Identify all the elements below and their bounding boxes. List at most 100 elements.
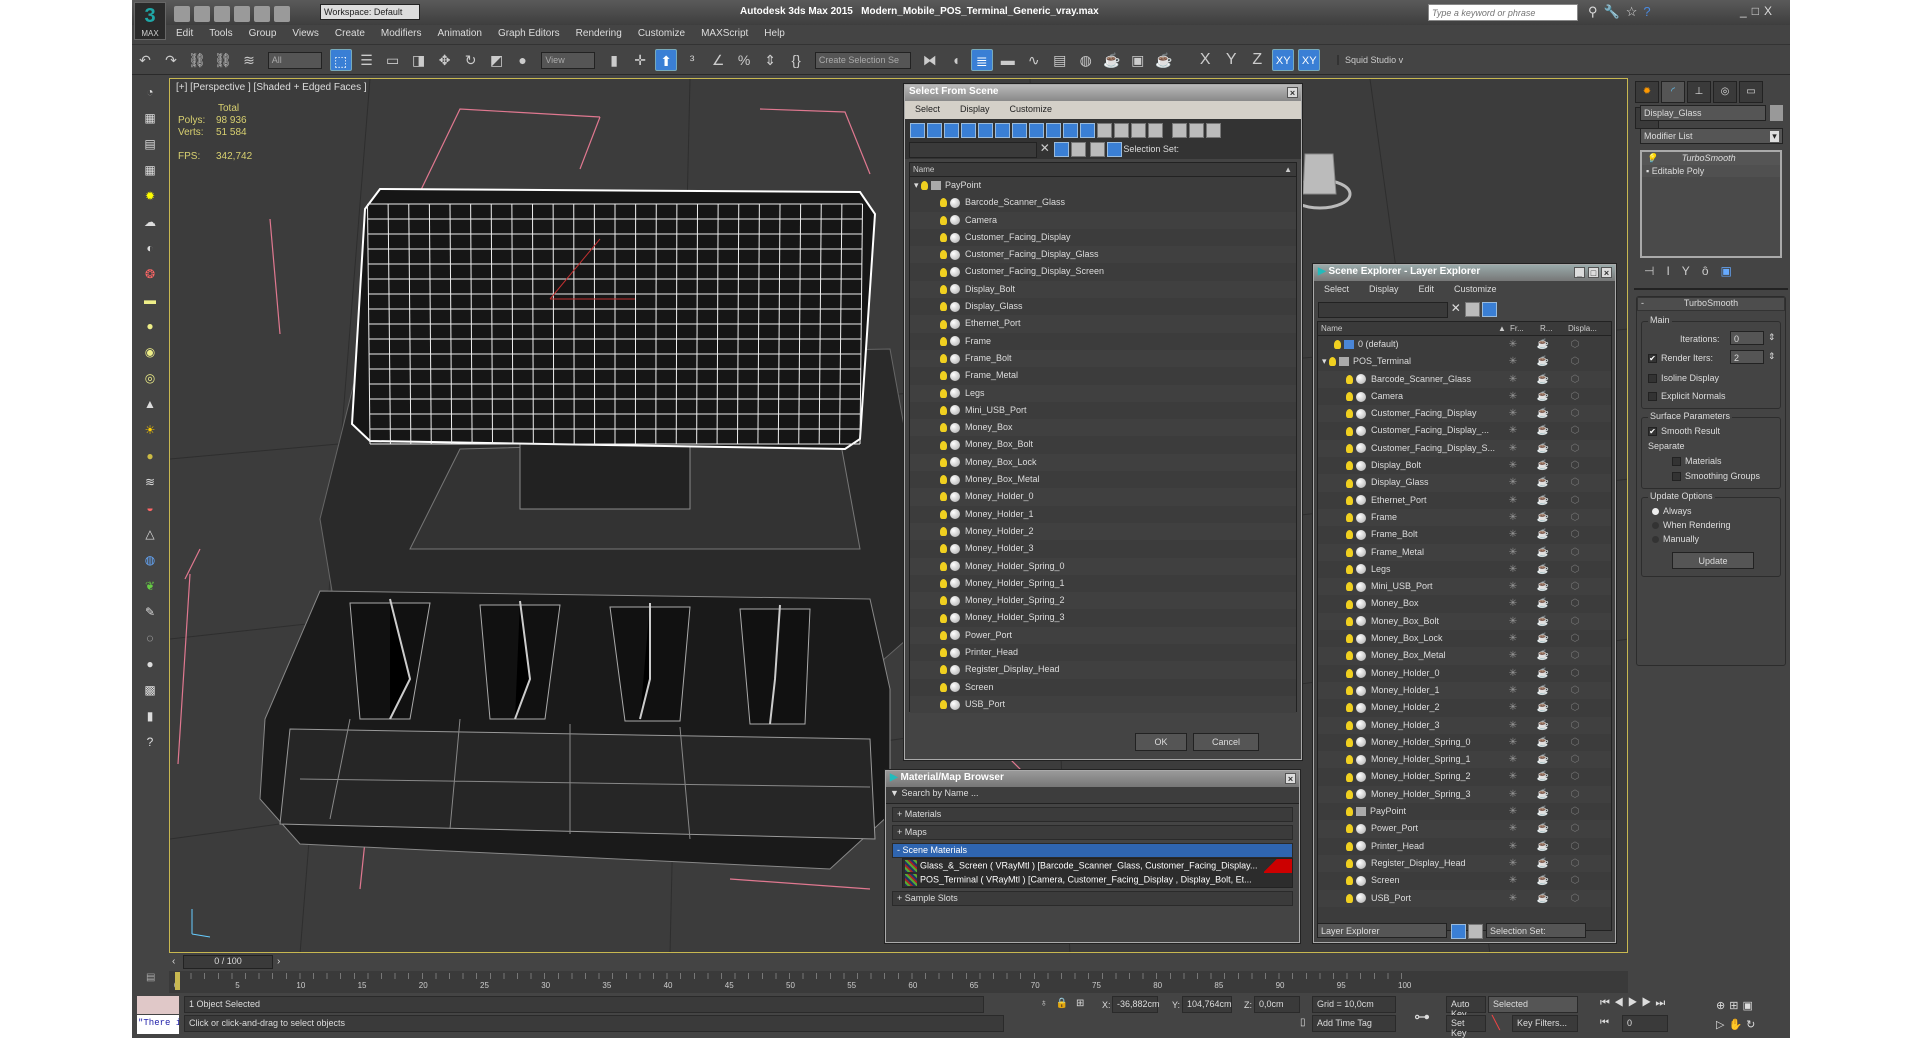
- object-row[interactable]: Money_Holder_Spring_2 ✳ ☕ ⬡: [1318, 768, 1611, 785]
- isoline-checkbox[interactable]: Isoline Display: [1648, 373, 1719, 384]
- binoculars-icon[interactable]: ⚲: [1588, 4, 1604, 19]
- orbit-icon[interactable]: ↻: [1746, 1019, 1759, 1031]
- y-coordinate-field[interactable]: 104,764cm: [1182, 996, 1232, 1013]
- explorer-type-dropdown[interactable]: Layer Explorer: [1317, 923, 1447, 938]
- renderable-teapot-icon[interactable]: ☕: [1530, 353, 1556, 370]
- xrefs-filter-icon[interactable]: [1029, 123, 1044, 138]
- display-box-icon[interactable]: ⬡: [1562, 422, 1588, 439]
- make-unique-icon[interactable]: Y: [1682, 264, 1702, 278]
- torus-icon[interactable]: ◎: [140, 368, 160, 388]
- always-radio[interactable]: Always: [1652, 506, 1692, 516]
- sphere-icon[interactable]: ●: [140, 316, 160, 336]
- cameras-filter-icon[interactable]: [961, 123, 976, 138]
- display-box-icon[interactable]: ⬡: [1562, 630, 1588, 647]
- selection-set-label[interactable]: Selection Set:: [1123, 144, 1179, 154]
- remove-modifier-icon[interactable]: ô: [1702, 264, 1721, 278]
- expand-icon[interactable]: ▾: [914, 180, 919, 190]
- visibility-bulb-icon[interactable]: [1346, 582, 1353, 592]
- menu-customize[interactable]: Customize: [1000, 101, 1063, 117]
- list-item[interactable]: Mini_USB_Port: [910, 402, 1296, 419]
- wave-icon[interactable]: ≋: [140, 472, 160, 492]
- freeze-toggle-icon[interactable]: ✳: [1500, 682, 1526, 699]
- visibility-bulb-icon[interactable]: [1346, 409, 1353, 419]
- sort-icon[interactable]: ▲: [1498, 324, 1506, 333]
- renderable-teapot-icon[interactable]: ☕: [1530, 734, 1556, 751]
- manually-radio[interactable]: Manually: [1652, 534, 1699, 544]
- zoom-extents-icon[interactable]: ▣: [1742, 1000, 1756, 1012]
- viewport-label[interactable]: [+] [Perspective ] [Shaded + Edged Faces…: [176, 82, 367, 93]
- visibility-bulb-icon[interactable]: [940, 336, 947, 346]
- list-item[interactable]: Ethernet_Port: [910, 315, 1296, 333]
- render-setup-icon[interactable]: ☕: [1101, 49, 1123, 71]
- menu-rendering[interactable]: Rendering: [568, 25, 630, 42]
- invert-icon[interactable]: [1148, 123, 1163, 138]
- snap-toggle-icon[interactable]: ³: [681, 49, 703, 71]
- motion-tab-icon[interactable]: ◎: [1713, 81, 1737, 103]
- bind-spacewarp-icon[interactable]: ≋: [238, 49, 260, 71]
- freeze-toggle-icon[interactable]: ✳: [1500, 665, 1526, 682]
- wrench-icon[interactable]: 🔧: [1604, 4, 1626, 19]
- menu-maxscript[interactable]: MAXScript: [693, 25, 756, 42]
- object-row[interactable]: USB_Port ✳ ☕ ⬡: [1318, 889, 1611, 907]
- save-file-icon[interactable]: [214, 6, 230, 22]
- project-folder-icon[interactable]: [274, 6, 290, 22]
- close-icon[interactable]: ×: [1601, 267, 1612, 278]
- freeze-toggle-icon[interactable]: ✳: [1500, 751, 1526, 768]
- hierarchy-tab-icon[interactable]: ⊥: [1687, 81, 1711, 103]
- visibility-bulb-icon[interactable]: [940, 613, 947, 623]
- schematic-view-icon[interactable]: ▤: [1049, 49, 1071, 71]
- sun-icon[interactable]: ☀: [140, 420, 160, 440]
- visibility-bulb-icon[interactable]: [1329, 357, 1337, 367]
- time-slider[interactable]: ‹ 0 / 100 ›: [169, 954, 1628, 970]
- goto-start-icon[interactable]: ⏮: [1600, 997, 1614, 1009]
- list-item[interactable]: Screen: [910, 679, 1296, 696]
- freeze-toggle-icon[interactable]: ✳: [1500, 405, 1526, 422]
- maps-section[interactable]: + Maps: [892, 825, 1293, 840]
- cloud-icon[interactable]: ☁: [140, 212, 160, 232]
- current-frame-field[interactable]: 0: [1622, 1015, 1668, 1032]
- workspace-dropdown[interactable]: Workspace: Default: [320, 4, 420, 20]
- freeze-toggle-icon[interactable]: ✳: [1500, 630, 1526, 647]
- visibility-bulb-icon[interactable]: [1346, 859, 1353, 869]
- renderable-teapot-icon[interactable]: ☕: [1530, 768, 1556, 785]
- ruler-icon[interactable]: △: [140, 524, 160, 544]
- new-file-icon[interactable]: [174, 6, 190, 22]
- scene-materials-section[interactable]: - Scene Materials: [892, 843, 1293, 858]
- object-row[interactable]: Money_Holder_3 ✳ ☕ ⬡: [1318, 716, 1611, 734]
- menu-tools[interactable]: Tools: [201, 25, 240, 42]
- containers-filter-icon[interactable]: [1063, 123, 1078, 138]
- visibility-bulb-icon[interactable]: [940, 544, 947, 554]
- prev-frame-icon[interactable]: ‹: [172, 956, 175, 967]
- display-box-icon[interactable]: ⬡: [1562, 509, 1588, 526]
- freeze-toggle-icon[interactable]: ✳: [1500, 336, 1526, 353]
- new-layer-icon[interactable]: [1481, 302, 1497, 317]
- visibility-bulb-icon[interactable]: [1346, 478, 1353, 488]
- stack-item-turbosmooth[interactable]: 💡 TurboSmooth: [1642, 152, 1780, 165]
- renderable-teapot-icon[interactable]: ☕: [1530, 595, 1556, 612]
- visibility-bulb-icon[interactable]: [940, 284, 947, 294]
- visibility-bulb-icon[interactable]: [940, 250, 947, 260]
- sort-ascending-icon[interactable]: ▲: [1284, 165, 1292, 174]
- freeze-toggle-icon[interactable]: ✳: [1500, 890, 1526, 907]
- menu-animation[interactable]: Animation: [429, 25, 489, 42]
- display-box-icon[interactable]: ⬡: [1562, 872, 1588, 889]
- display-box-icon[interactable]: ⬡: [1562, 492, 1588, 509]
- renderable-teapot-icon[interactable]: ☕: [1530, 630, 1556, 647]
- visibility-bulb-icon[interactable]: [1346, 876, 1353, 886]
- display-box-icon[interactable]: ⬡: [1562, 613, 1588, 630]
- track-bar[interactable]: 0510152025303540455055606570758085909510…: [169, 971, 1628, 993]
- object-row[interactable]: Customer_Facing_Display_S... ✳ ☕ ⬡: [1318, 439, 1611, 458]
- close-icon[interactable]: ×: [1285, 773, 1296, 784]
- key-mode-dropdown[interactable]: Selected: [1488, 996, 1578, 1013]
- z-coordinate-field[interactable]: 0,0cm: [1254, 996, 1300, 1013]
- menu-customize[interactable]: Customize: [1444, 281, 1507, 297]
- object-row[interactable]: Frame ✳ ☕ ⬡: [1318, 508, 1611, 527]
- list-item[interactable]: Camera: [910, 211, 1296, 229]
- scale-icon[interactable]: ◩: [486, 49, 508, 71]
- layer-manager-icon[interactable]: ≣: [970, 49, 993, 71]
- visibility-bulb-icon[interactable]: [1346, 374, 1353, 384]
- list-item[interactable]: Frame_Metal: [910, 367, 1296, 384]
- freeze-toggle-icon[interactable]: ✳: [1500, 440, 1526, 457]
- hair-icon[interactable]: ✎: [140, 602, 160, 622]
- isolate-icon[interactable]: ♁: [1040, 998, 1056, 1009]
